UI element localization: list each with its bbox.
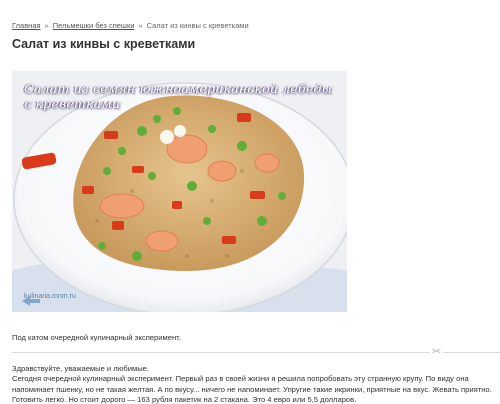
intro-text: Под катом очередной кулинарный экспериме… <box>12 333 181 342</box>
watermark: kulinaria.mnm.ru <box>20 293 76 306</box>
breadcrumb: Главная» Пельмешки без спешки» Салат из ки… <box>12 21 249 30</box>
article-body: Здравствуйте, уважаемые и любимые. Сегод… <box>12 364 498 404</box>
photo-caption-line-2: с креветками <box>24 96 121 111</box>
photo-caption: Салат из семян южноамериканской лебеды с… <box>24 81 332 111</box>
recipe-photo[interactable]: Салат из семян южноамериканской лебеды с… <box>12 71 347 312</box>
breadcrumb-separator: » <box>138 21 143 30</box>
body-paragraph: Сегодня очередной кулинарный эксперимент… <box>12 374 492 404</box>
greeting-paragraph: Здравствуйте, уважаемые и любимые. <box>12 364 150 373</box>
breadcrumb-separator: » <box>44 21 49 30</box>
photo-caption-line-1: Салат из семян южноамериканской лебеды <box>24 81 332 96</box>
page-title: Салат из кинвы с креветками <box>12 37 196 51</box>
scissors-icon: ✂ <box>430 346 444 358</box>
breadcrumb-category-link[interactable]: Пельмешки без спешки <box>53 21 135 30</box>
breadcrumb-home-link[interactable]: Главная <box>12 21 41 30</box>
read-more-divider <box>12 352 500 353</box>
breadcrumb-current: Салат из кинвы с креветками <box>146 21 249 30</box>
